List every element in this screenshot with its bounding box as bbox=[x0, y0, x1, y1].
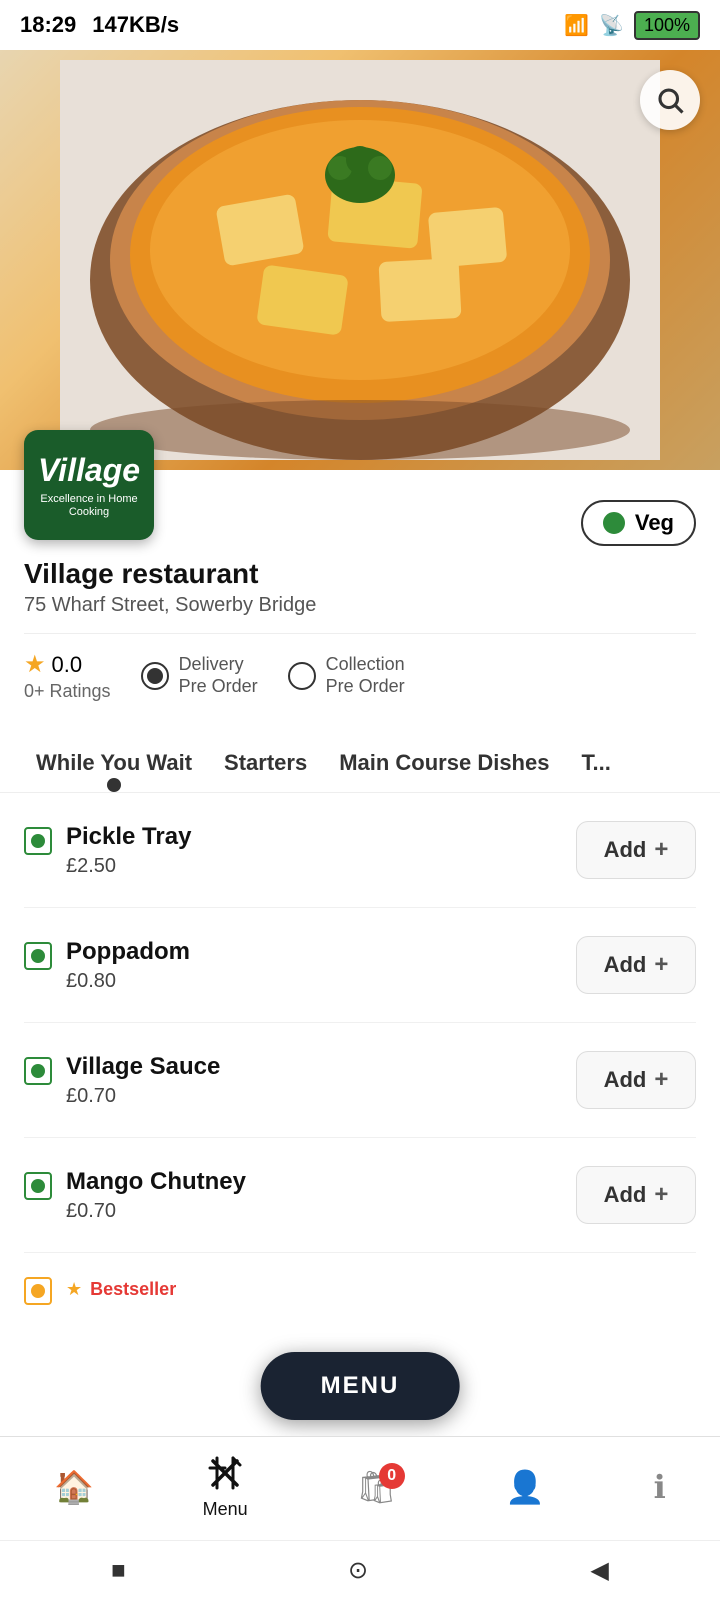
menu-item-left: Village Sauce £0.70 bbox=[24, 1053, 220, 1108]
add-button[interactable]: Add + bbox=[576, 1051, 696, 1109]
nav-profile[interactable]: 👤 bbox=[505, 1471, 545, 1503]
android-back-button[interactable]: ◀ bbox=[590, 1556, 608, 1585]
veg-inner-dot bbox=[31, 834, 45, 848]
info-icon: ℹ bbox=[654, 1471, 666, 1503]
item-details: Village Sauce £0.70 bbox=[66, 1053, 220, 1108]
android-nav-bar: ■ ⊙ ◀ bbox=[0, 1540, 720, 1600]
rating-value: 0.0 bbox=[52, 652, 83, 678]
bestseller-label: Bestseller bbox=[90, 1279, 176, 1300]
delivery-label: Delivery Pre Order bbox=[179, 654, 258, 697]
veg-inner-dot bbox=[31, 949, 45, 963]
tab-main-course[interactable]: Main Course Dishes bbox=[323, 742, 565, 792]
food-photo bbox=[0, 50, 720, 470]
item-details: Mango Chutney £0.70 bbox=[66, 1168, 246, 1223]
nav-menu[interactable]: Menu bbox=[203, 1453, 248, 1520]
time: 18:29 bbox=[20, 12, 76, 38]
menu-item-partial: ★ Bestseller bbox=[24, 1253, 696, 1305]
veg-inner-dot bbox=[31, 1179, 45, 1193]
nav-menu-label: Menu bbox=[203, 1499, 248, 1520]
item-price: £0.80 bbox=[66, 970, 190, 993]
star-icon: ★ bbox=[24, 650, 46, 679]
item-details: Poppadom £0.80 bbox=[66, 938, 190, 993]
android-circle-button[interactable]: ⊙ bbox=[348, 1556, 368, 1585]
status-left: 18:29 147KB/s bbox=[20, 12, 179, 38]
battery: 100% bbox=[634, 11, 700, 40]
veg-indicator bbox=[24, 942, 52, 970]
menu-item: Poppadom £0.80 Add + bbox=[24, 908, 696, 1023]
menu-item-left: Pickle Tray £2.50 bbox=[24, 823, 191, 878]
delivery-option[interactable]: Delivery Pre Order bbox=[141, 654, 258, 697]
logo-subtitle: Excellence in Home Cooking bbox=[34, 493, 144, 519]
menu-item: Mango Chutney £0.70 Add + bbox=[24, 1138, 696, 1253]
bestseller-indicator bbox=[24, 1277, 52, 1305]
bestseller-inner-dot bbox=[31, 1284, 45, 1298]
android-square-button[interactable]: ■ bbox=[111, 1557, 126, 1585]
nav-home[interactable]: 🏠 bbox=[54, 1471, 94, 1503]
restaurant-address: 75 Wharf Street, Sowerby Bridge bbox=[24, 594, 696, 617]
add-button[interactable]: Add + bbox=[576, 1166, 696, 1224]
item-details: Pickle Tray £2.50 bbox=[66, 823, 191, 878]
rating-stars: ★ 0.0 bbox=[24, 650, 82, 679]
collection-label: Collection Pre Order bbox=[326, 654, 405, 697]
collection-option[interactable]: Collection Pre Order bbox=[288, 654, 405, 697]
item-name: Village Sauce bbox=[66, 1053, 220, 1081]
collection-radio[interactable] bbox=[288, 662, 316, 690]
bottom-navigation: 🏠 Menu 🛍 0 👤 ℹ bbox=[0, 1436, 720, 1540]
menu-float-button[interactable]: MENU bbox=[261, 1352, 460, 1420]
tab-starters[interactable]: Starters bbox=[208, 742, 323, 792]
veg-toggle-button[interactable]: Veg bbox=[581, 500, 696, 546]
cart-badge: 0 bbox=[379, 1463, 405, 1489]
rating-block: ★ 0.0 0+ Ratings bbox=[24, 650, 111, 702]
logo-text: Village bbox=[38, 451, 140, 489]
plus-icon: + bbox=[654, 1181, 668, 1209]
add-button[interactable]: Add + bbox=[576, 936, 696, 994]
speed: 147KB/s bbox=[92, 12, 179, 38]
item-price: £0.70 bbox=[66, 1085, 220, 1108]
restaurant-logo: Village Excellence in Home Cooking bbox=[24, 430, 154, 540]
add-button[interactable]: Add + bbox=[576, 821, 696, 879]
home-icon: 🏠 bbox=[54, 1471, 94, 1503]
nav-cart[interactable]: 🛍 0 bbox=[356, 1471, 397, 1503]
veg-inner-dot bbox=[31, 1064, 45, 1078]
veg-indicator bbox=[24, 1057, 52, 1085]
signal-icon: 📶 bbox=[564, 13, 589, 38]
menu-item-left: Mango Chutney £0.70 bbox=[24, 1168, 246, 1223]
status-right: 📶 📡 100% bbox=[564, 11, 700, 40]
rating-count: 0+ Ratings bbox=[24, 681, 111, 702]
profile-icon: 👤 bbox=[505, 1471, 545, 1503]
item-name: Poppadom bbox=[66, 938, 190, 966]
menu-item-left: Poppadom £0.80 bbox=[24, 938, 190, 993]
item-price: £2.50 bbox=[66, 855, 191, 878]
logo-veg-row: Village Excellence in Home Cooking Veg bbox=[24, 430, 696, 546]
veg-indicator bbox=[24, 1172, 52, 1200]
restaurant-name: Village restaurant bbox=[24, 558, 696, 590]
menu-x-icon bbox=[205, 1453, 245, 1493]
wifi-icon: 📡 bbox=[599, 13, 624, 38]
delivery-radio[interactable] bbox=[141, 662, 169, 690]
bestseller-info: ★ Bestseller bbox=[66, 1279, 176, 1300]
tab-while-you-wait[interactable]: While You Wait bbox=[20, 742, 208, 792]
veg-dot-icon bbox=[603, 512, 625, 534]
category-tabs: While You Wait Starters Main Course Dish… bbox=[0, 722, 720, 793]
item-name: Mango Chutney bbox=[66, 1168, 246, 1196]
item-price: £0.70 bbox=[66, 1200, 246, 1223]
search-button[interactable] bbox=[640, 70, 700, 130]
ratings-delivery-row: ★ 0.0 0+ Ratings Delivery Pre Order Coll… bbox=[24, 633, 696, 722]
status-bar: 18:29 147KB/s 📶 📡 100% bbox=[0, 0, 720, 50]
nav-info[interactable]: ℹ bbox=[654, 1471, 666, 1503]
hero-image bbox=[0, 50, 720, 470]
food-illustration bbox=[60, 60, 660, 460]
plus-icon: + bbox=[654, 951, 668, 979]
restaurant-card: Village Excellence in Home Cooking Veg V… bbox=[0, 470, 720, 722]
veg-label: Veg bbox=[635, 510, 674, 536]
bestseller-star-icon: ★ bbox=[66, 1279, 82, 1300]
veg-indicator bbox=[24, 827, 52, 855]
menu-item: Village Sauce £0.70 Add + bbox=[24, 1023, 696, 1138]
plus-icon: + bbox=[654, 836, 668, 864]
item-name: Pickle Tray bbox=[66, 823, 191, 851]
tab-more[interactable]: T... bbox=[565, 742, 626, 792]
menu-item: Pickle Tray £2.50 Add + bbox=[24, 793, 696, 908]
plus-icon: + bbox=[654, 1066, 668, 1094]
